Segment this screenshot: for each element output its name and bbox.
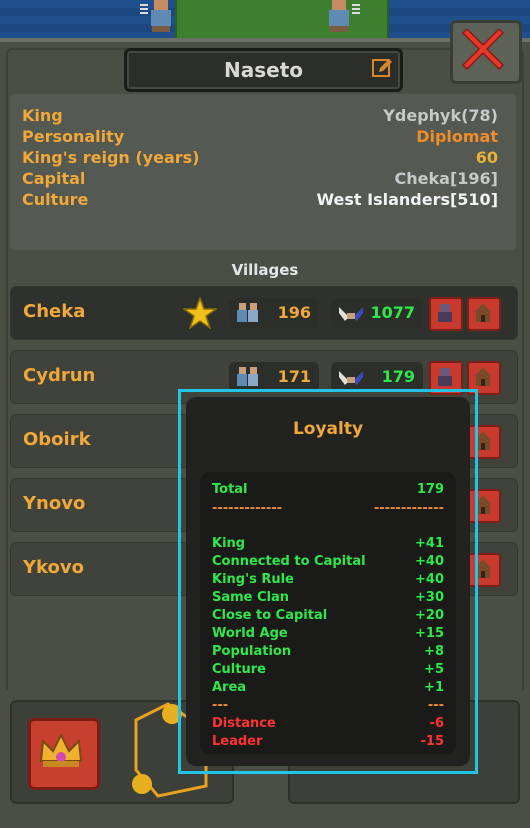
loyalty-item-row: Population +8: [212, 644, 444, 662]
loyalty-divider-row: --- ---: [212, 698, 444, 716]
loyalty-item-row: World Age +15: [212, 626, 444, 644]
population-pill: 196: [229, 298, 319, 328]
loyalty-breakdown-list: Total 179 ------------- ------------- Ki…: [200, 472, 456, 754]
separator-right: -------------: [373, 501, 444, 516]
loyalty-item-row: Culture +5: [212, 662, 444, 680]
loyalty-item-value: ---: [427, 698, 444, 713]
king-value[interactable]: Ydephyk(78): [383, 106, 498, 125]
kingdom-info-box: King Ydephyk(78) Personality Diplomat Ki…: [10, 94, 516, 250]
loyalty-handshake-icon: [339, 307, 363, 321]
loyalty-item-label: Area: [212, 680, 247, 695]
close-x-icon: [461, 27, 505, 71]
king-crown-button[interactable]: [28, 718, 100, 790]
loyalty-item-label: Connected to Capital: [212, 554, 366, 569]
loyalty-item-row: King's Rule +40: [212, 572, 444, 590]
map-unit-sprite: [318, 0, 360, 32]
loyalty-tooltip: Loyalty Total 179 ------------- --------…: [178, 389, 478, 774]
loyalty-handshake-icon: [339, 371, 363, 385]
info-label: Personality: [22, 127, 125, 146]
loyalty-item-label: World Age: [212, 626, 288, 641]
loyalty-item-label: King: [212, 536, 246, 551]
population-pill: 171: [229, 362, 319, 392]
total-value: 179: [416, 482, 444, 497]
loyalty-item-value: +40: [415, 572, 444, 587]
info-row-capital: Capital Cheka[196]: [22, 169, 498, 191]
info-label: Capital: [22, 169, 86, 188]
loyalty-item-label: Close to Capital: [212, 608, 328, 623]
loyalty-item-value: +1: [424, 680, 444, 695]
tooltip-body: Loyalty Total 179 ------------- --------…: [186, 397, 470, 766]
total-row: Total 179: [212, 482, 444, 500]
loyalty-item-value: +30: [415, 590, 444, 605]
title-bar: Naseto: [124, 48, 403, 92]
separator-row: ------------- -------------: [212, 501, 444, 519]
building-icon: [474, 368, 492, 386]
village-row[interactable]: Cheka 196 1077: [10, 286, 518, 340]
loyalty-item-value: +5: [424, 662, 444, 677]
loyalty-item-value: +8: [424, 644, 444, 659]
map-unit-sprite: [140, 0, 182, 32]
loyalty-item-row: Close to Capital +20: [212, 608, 444, 626]
loyalty-pill: 1077: [331, 298, 423, 328]
tooltip-title: Loyalty: [292, 419, 364, 439]
info-row-king: King Ydephyk(78): [22, 106, 498, 128]
info-row-culture: Culture West Islanders[510]: [22, 190, 498, 212]
buildings-button[interactable]: [467, 297, 501, 331]
reign-value: 60: [475, 148, 498, 167]
kick-unit-icon: [438, 368, 452, 386]
separator-left: -------------: [212, 501, 283, 516]
village-name[interactable]: Ykovo: [23, 557, 84, 578]
village-name[interactable]: Cydrun: [23, 365, 95, 386]
star-icon: [183, 297, 217, 329]
villages-heading: Villages: [231, 261, 299, 279]
loyalty-item-label: ---: [212, 698, 229, 713]
building-icon: [474, 304, 492, 322]
edit-pencil-icon[interactable]: [370, 57, 394, 81]
kick-unit-button[interactable]: [429, 297, 463, 331]
close-button[interactable]: [450, 20, 522, 84]
loyalty-item-row: King +41: [212, 536, 444, 554]
total-label: Total: [212, 482, 248, 497]
loyalty-item-row: Connected to Capital +40: [212, 554, 444, 572]
loyalty-item-label: Culture: [212, 662, 266, 677]
population-icon: [237, 367, 258, 386]
village-name[interactable]: Ynovo: [23, 493, 85, 514]
loyalty-value: 179: [381, 367, 415, 386]
population-icon: [237, 303, 258, 322]
info-row-reign: King's reign (years) 60: [22, 148, 498, 170]
kingdom-name[interactable]: Naseto: [127, 58, 400, 82]
info-label: King's reign (years): [22, 148, 200, 167]
culture-value[interactable]: West Islanders[510]: [316, 190, 498, 209]
info-row-personality: Personality Diplomat: [22, 127, 498, 149]
crown-icon: [39, 732, 83, 767]
loyalty-item-value: -6: [429, 716, 444, 731]
loyalty-item-label: Population: [212, 644, 292, 659]
personality-value: Diplomat: [416, 127, 498, 146]
loyalty-item-value: +15: [415, 626, 444, 641]
loyalty-item-value: +40: [415, 554, 444, 569]
loyalty-item-value: +20: [415, 608, 444, 623]
loyalty-item-row: Distance -6: [212, 716, 444, 734]
loyalty-item-label: Same Clan: [212, 590, 290, 605]
loyalty-item-row: Area +1: [212, 680, 444, 698]
loyalty-item-row: Same Clan +30: [212, 590, 444, 608]
village-name[interactable]: Cheka: [23, 301, 85, 322]
loyalty-item-label: Leader: [212, 734, 263, 749]
loyalty-item-value: +41: [415, 536, 444, 551]
loyalty-pill: 179: [331, 362, 423, 392]
village-name[interactable]: Oboirk: [23, 429, 91, 450]
loyalty-item-label: King's Rule: [212, 572, 294, 587]
loyalty-item-row: Leader -15: [212, 734, 444, 752]
kick-unit-icon: [438, 304, 452, 322]
population-value: 196: [277, 303, 311, 322]
loyalty-item-label: Distance: [212, 716, 276, 731]
info-label: Culture: [22, 190, 89, 209]
population-value: 171: [277, 367, 311, 386]
info-label: King: [22, 106, 63, 125]
loyalty-value: 1077: [370, 303, 415, 322]
capital-value[interactable]: Cheka[196]: [395, 169, 498, 188]
loyalty-item-value: -15: [420, 734, 445, 749]
